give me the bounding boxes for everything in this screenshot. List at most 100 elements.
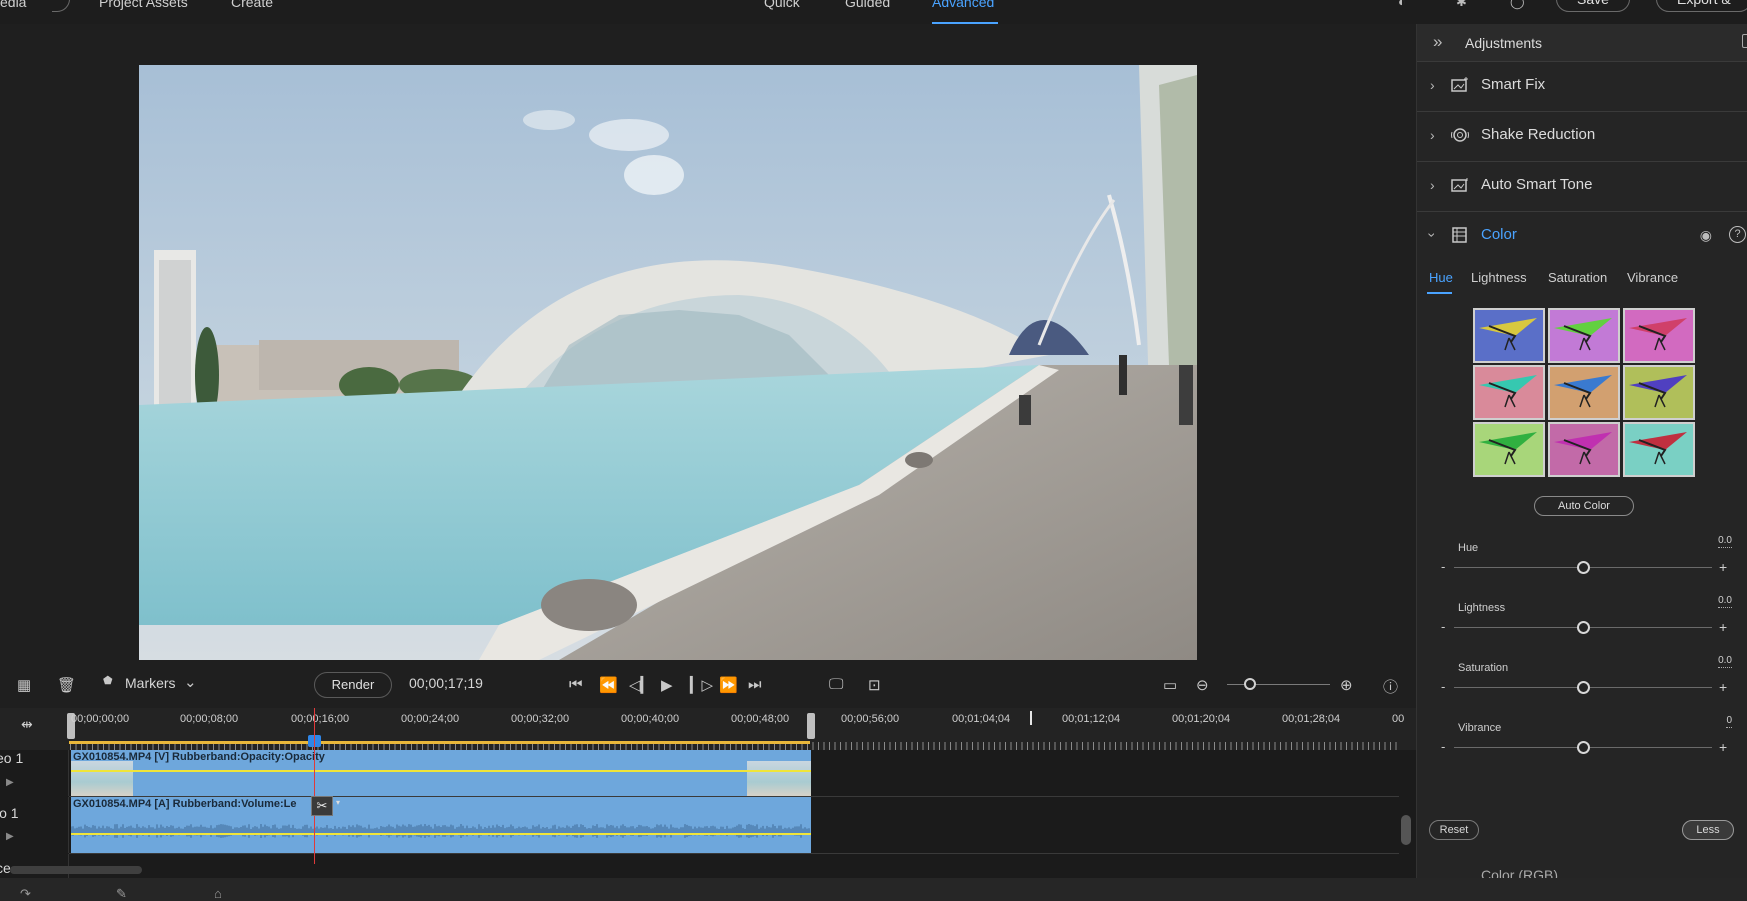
timeline-marker[interactable] — [1030, 711, 1032, 725]
scissors-icon[interactable]: ✂ — [311, 796, 333, 816]
mode-advanced[interactable]: Advanced — [932, 0, 994, 10]
slider-label: Vibrance — [1458, 722, 1502, 734]
slider-value[interactable]: 0.0 — [1718, 655, 1732, 668]
step-back-icon[interactable]: ◁▎ — [629, 676, 652, 694]
section-smart-fix[interactable]: › Smart Fix — [1417, 62, 1747, 112]
trash-icon[interactable]: 🗑 — [57, 676, 76, 694]
slider-value[interactable]: 0.0 — [1718, 535, 1732, 548]
current-timecode[interactable]: 00;00;17;19 — [409, 675, 483, 691]
play-icon[interactable]: ▶ — [661, 676, 673, 694]
fit-timeline-icon[interactable]: ▭ — [1163, 676, 1177, 694]
audio-track-name[interactable]: io 1 — [0, 805, 19, 821]
hue-preset-thumb[interactable] — [1548, 422, 1620, 477]
color-tabs: Hue Lightness Saturation Vibrance — [1417, 268, 1747, 298]
work-area-bar[interactable] — [69, 741, 810, 744]
hue-preset-thumb[interactable] — [1623, 365, 1695, 420]
monitor-settings-icon[interactable]: 🖵 — [829, 676, 843, 693]
decrease-button[interactable]: - — [1441, 619, 1445, 634]
ruler-time-label: 00;00;48;00 — [731, 713, 790, 725]
clip-menu-chevron-icon[interactable]: ▾ — [336, 798, 340, 807]
section-auto-smart-tone[interactable]: › Auto Smart Tone — [1417, 162, 1747, 212]
project-assets-tab[interactable]: Project Assets — [99, 0, 188, 10]
redo-icon[interactable]: ↷ — [20, 886, 31, 901]
decrease-button[interactable]: - — [1441, 679, 1445, 694]
slider-knob[interactable] — [1577, 681, 1590, 694]
video-clip[interactable]: GX010854.MP4 [V] Rubberband:Opacity:Opac… — [71, 750, 811, 796]
ruler-time-label: 00;00;40;00 — [621, 713, 680, 725]
create-tab[interactable]: Create — [231, 0, 273, 10]
collapse-panel-icon[interactable]: » — [1433, 32, 1442, 52]
tab-saturation[interactable]: Saturation — [1548, 270, 1607, 285]
work-area-end-handle[interactable] — [807, 713, 815, 739]
zoom-slider-knob[interactable] — [1244, 678, 1256, 690]
opacity-rubberband[interactable] — [71, 770, 811, 772]
panel-corner-icon[interactable] — [1742, 34, 1747, 48]
video-preview[interactable] — [139, 65, 1197, 660]
hue-preset-thumb[interactable] — [1473, 422, 1545, 477]
increase-button[interactable]: + — [1719, 739, 1727, 755]
zoom-in-icon[interactable]: ⊕ — [1340, 676, 1353, 694]
vertical-scrollbar[interactable] — [1401, 815, 1411, 845]
settings-icon[interactable]: ✱ — [1456, 0, 1470, 9]
zoom-out-icon[interactable]: ⊖ — [1196, 676, 1209, 694]
tab-lightness[interactable]: Lightness — [1471, 270, 1527, 285]
decrease-button[interactable]: - — [1441, 739, 1445, 754]
decrease-button[interactable]: - — [1441, 559, 1445, 574]
increase-button[interactable]: + — [1719, 679, 1727, 695]
hue-preset-thumb[interactable] — [1623, 308, 1695, 363]
section-shake-reduction[interactable]: › Shake Reduction — [1417, 112, 1747, 162]
go-to-end-icon[interactable]: ⏭ — [748, 676, 762, 693]
volume-rubberband[interactable] — [71, 833, 811, 835]
tab-hue[interactable]: Hue — [1429, 270, 1453, 285]
expand-track-icon[interactable]: ▶ — [6, 831, 14, 842]
help-circle-icon[interactable]: ◯ — [1510, 0, 1525, 9]
audio-clip[interactable]: GX010854.MP4 [A] Rubberband:Volume:Le — [71, 797, 811, 853]
media-tab-partial[interactable]: edia — [0, 0, 26, 10]
grid-view-icon[interactable]: ▦ — [17, 676, 31, 694]
render-button[interactable]: Render — [314, 672, 392, 698]
expand-track-icon[interactable]: ▶ — [6, 777, 14, 788]
increase-button[interactable]: + — [1719, 559, 1727, 575]
rewind-icon[interactable]: ⏪ — [599, 676, 618, 694]
home-icon[interactable]: ⌂ — [214, 886, 222, 901]
zoom-slider-track[interactable] — [1227, 684, 1330, 685]
less-button[interactable]: Less — [1682, 820, 1734, 840]
visibility-eye-icon[interactable]: ◉ — [1700, 227, 1712, 244]
markers-dropdown[interactable]: Markers — [125, 675, 176, 691]
help-icon[interactable]: ? — [1729, 226, 1746, 243]
tab-vibrance[interactable]: Vibrance — [1627, 270, 1678, 285]
hue-preset-thumb[interactable] — [1623, 422, 1695, 477]
slider-value[interactable]: 0 — [1726, 715, 1732, 728]
increase-button[interactable]: + — [1719, 619, 1727, 635]
slider-knob[interactable] — [1577, 741, 1590, 754]
horizontal-scrollbar[interactable] — [10, 866, 142, 874]
fast-forward-icon[interactable]: ⏩ — [719, 676, 738, 694]
go-to-start-icon[interactable]: ⏮ — [569, 676, 583, 693]
section-color[interactable]: › Color ◉ ? — [1417, 212, 1747, 262]
tag-icon[interactable]: ✎ — [116, 886, 127, 901]
timeline-ruler[interactable]: ⇹ 00;00;00;00 00;00;08;00 00;00;16;00 00;00… — [0, 708, 1416, 750]
slider-knob[interactable] — [1577, 561, 1590, 574]
hue-preset-thumb[interactable] — [1548, 365, 1620, 420]
theme-icon[interactable]: ◐ — [1398, 0, 1412, 9]
auto-color-button[interactable]: Auto Color — [1534, 496, 1634, 516]
export-button[interactable]: Export & — [1656, 0, 1747, 12]
reset-button[interactable]: Reset — [1429, 820, 1479, 840]
section-color-rgb-partial[interactable]: Color (RGB) — [1417, 862, 1747, 878]
auto-smart-tone-icon — [1451, 178, 1468, 192]
slider-value[interactable]: 0.0 — [1718, 595, 1732, 608]
hue-preset-thumb[interactable] — [1548, 308, 1620, 363]
hue-preset-thumb[interactable] — [1473, 365, 1545, 420]
help-icon[interactable]: ⓘ — [1383, 676, 1398, 697]
video-track-name[interactable]: eo 1 — [0, 750, 23, 766]
step-forward-icon[interactable]: ▎▷ — [690, 676, 713, 694]
slider-knob[interactable] — [1577, 621, 1590, 634]
mode-guided[interactable]: Guided — [845, 0, 890, 10]
mode-quick[interactable]: Quick — [764, 0, 800, 10]
snap-icon[interactable]: ⇹ — [21, 716, 33, 733]
save-button[interactable]: Save — [1556, 0, 1630, 12]
hue-preset-thumb[interactable] — [1473, 308, 1545, 363]
color-slider-vibrance: Vibrance 0 - + — [1417, 715, 1747, 774]
full-screen-preview-icon[interactable]: ⊡ — [868, 676, 881, 694]
chevron-down-icon[interactable]: ⌄ — [184, 673, 197, 691]
